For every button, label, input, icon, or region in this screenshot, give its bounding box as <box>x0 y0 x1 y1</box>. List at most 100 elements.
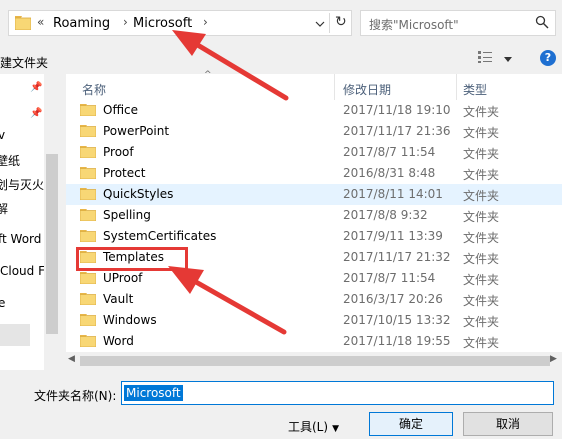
folder-icon <box>80 209 96 221</box>
scrollbar-thumb[interactable] <box>46 154 58 334</box>
file-row[interactable]: UProof 2017/8/7 11:54 文件夹 <box>66 268 562 289</box>
view-options-icon[interactable] <box>478 50 494 64</box>
file-name: QuickStyles <box>103 187 174 201</box>
folder-icon <box>80 125 96 137</box>
folder-icon <box>80 146 96 158</box>
file-row[interactable]: Vault 2016/3/17 20:26 文件夹 <box>66 289 562 310</box>
tools-menu-button[interactable]: 工具(L) ▼ <box>288 418 339 435</box>
nav-item[interactable]: ft Word <box>0 232 41 246</box>
nav-item[interactable]: 壁纸 <box>0 152 20 169</box>
file-type: 文件夹 <box>463 273 500 287</box>
nav-item[interactable]: v <box>0 128 5 142</box>
help-icon[interactable]: ? <box>540 50 556 66</box>
pin-icon[interactable]: 📌 <box>30 82 42 93</box>
file-name: UProof <box>103 271 143 285</box>
folder-icon <box>80 293 96 305</box>
horizontal-scrollbar[interactable]: ◀ ▶ <box>66 352 562 370</box>
folder-icon <box>80 314 96 326</box>
file-modified-date: 2017/11/18 19:10 <box>343 103 451 117</box>
refresh-icon[interactable]: ↻ <box>335 14 347 30</box>
nav-selected-item[interactable] <box>0 324 30 346</box>
file-row[interactable]: Protect 2016/8/31 8:48 文件夹 <box>66 163 562 184</box>
breadcrumb-microsoft[interactable]: Microsoft <box>133 16 192 31</box>
breadcrumb-separator[interactable]: › <box>123 15 128 29</box>
file-type: 文件夹 <box>463 147 500 161</box>
scroll-right-icon[interactable]: ▶ <box>550 354 557 364</box>
tools-label: 工具(L) <box>288 420 329 434</box>
column-divider[interactable] <box>456 74 457 100</box>
chevron-down-icon[interactable] <box>504 57 512 63</box>
folder-name-value[interactable]: Microsoft <box>124 385 183 401</box>
scroll-left-icon[interactable]: ◀ <box>68 354 75 364</box>
file-type: 文件夹 <box>463 336 500 350</box>
file-name: Word <box>103 334 134 348</box>
file-name: PowerPoint <box>103 124 170 138</box>
folder-name-label: 文件夹名称(N): <box>34 389 117 403</box>
pin-icon[interactable]: 📌 <box>30 108 42 119</box>
folder-icon <box>80 188 96 200</box>
file-modified-date: 2017/11/18 19:55 <box>343 334 451 348</box>
file-row[interactable]: Spelling 2017/8/8 9:32 文件夹 <box>66 205 562 226</box>
file-row[interactable]: Windows 2017/10/15 13:32 文件夹 <box>66 310 562 331</box>
scrollbar-thumb[interactable] <box>80 356 550 366</box>
ok-button[interactable]: 确定 <box>369 412 453 436</box>
new-folder-button[interactable]: 新建文件夹 <box>0 54 48 71</box>
search-placeholder: 搜索"Microsoft" <box>369 18 459 32</box>
folder-icon <box>15 16 31 30</box>
folder-icon <box>80 104 96 116</box>
search-icon[interactable] <box>535 15 549 29</box>
nav-item[interactable]: 划与灭火 <box>0 176 44 193</box>
file-row[interactable]: Word 2017/11/18 19:55 文件夹 <box>66 331 562 352</box>
search-box[interactable]: 搜索"Microsoft" <box>360 10 556 36</box>
file-row[interactable]: Proof 2017/8/7 11:54 文件夹 <box>66 142 562 163</box>
folder-icon <box>80 230 96 242</box>
column-header-name[interactable]: 名称 <box>82 81 106 98</box>
file-type: 文件夹 <box>463 294 500 308</box>
folder-icon <box>80 335 96 347</box>
nav-item[interactable]: Cloud F <box>0 264 45 278</box>
column-divider[interactable] <box>334 74 335 100</box>
chevron-down-icon[interactable] <box>315 20 325 28</box>
highlight-box <box>76 247 188 271</box>
nav-scrollbar[interactable] <box>44 74 60 370</box>
file-type: 文件夹 <box>463 315 500 329</box>
file-type: 文件夹 <box>463 231 500 245</box>
dropdown-arrow-icon: ▼ <box>332 424 339 434</box>
file-type: 文件夹 <box>463 252 500 266</box>
file-type: 文件夹 <box>463 105 500 119</box>
file-type: 文件夹 <box>463 126 500 140</box>
file-name: Windows <box>103 313 157 327</box>
column-header: ^ 名称 修改日期 类型 <box>66 70 562 100</box>
file-modified-date: 2017/8/11 14:01 <box>343 187 443 201</box>
file-row[interactable]: QuickStyles 2017/8/11 14:01 文件夹 <box>66 184 562 205</box>
breadcrumb-roaming[interactable]: Roaming <box>53 16 110 31</box>
file-row[interactable]: Office 2017/11/18 19:10 文件夹 <box>66 100 562 121</box>
breadcrumb-separator[interactable]: › <box>203 15 208 29</box>
file-modified-date: 2017/11/17 21:32 <box>343 250 451 264</box>
file-name: Proof <box>103 145 134 159</box>
divider <box>329 13 330 33</box>
folder-name-input[interactable]: Microsoft <box>121 381 554 405</box>
cancel-button[interactable]: 取消 <box>463 412 553 436</box>
file-name: Office <box>103 103 139 117</box>
nav-item[interactable]: 解 <box>0 200 8 217</box>
folder-icon <box>80 167 96 179</box>
file-modified-date: 2017/9/11 13:39 <box>343 229 443 243</box>
file-modified-date: 2016/3/17 20:26 <box>343 292 443 306</box>
file-row[interactable]: SystemCertificates 2017/9/11 13:39 文件夹 <box>66 226 562 247</box>
file-type: 文件夹 <box>463 189 500 203</box>
file-name: Vault <box>103 292 134 306</box>
file-modified-date: 2017/11/17 21:36 <box>343 124 451 138</box>
column-header-type[interactable]: 类型 <box>463 81 487 98</box>
file-name: Protect <box>103 166 146 180</box>
column-header-modified[interactable]: 修改日期 <box>343 81 391 98</box>
file-modified-date: 2017/8/7 11:54 <box>343 271 436 285</box>
overflow-chevron-icon[interactable]: « <box>37 15 44 29</box>
file-list: ^ 名称 修改日期 类型 Office 2017/11/18 19:10 文件夹 Po… <box>66 70 562 370</box>
address-bar[interactable]: « Roaming › Microsoft › ↻ <box>8 10 352 36</box>
file-modified-date: 2016/8/31 8:48 <box>343 166 436 180</box>
file-row[interactable]: PowerPoint 2017/11/17 21:36 文件夹 <box>66 121 562 142</box>
file-modified-date: 2017/10/15 13:32 <box>343 313 451 327</box>
file-name: SystemCertificates <box>103 229 217 243</box>
nav-item[interactable]: e <box>0 296 5 310</box>
